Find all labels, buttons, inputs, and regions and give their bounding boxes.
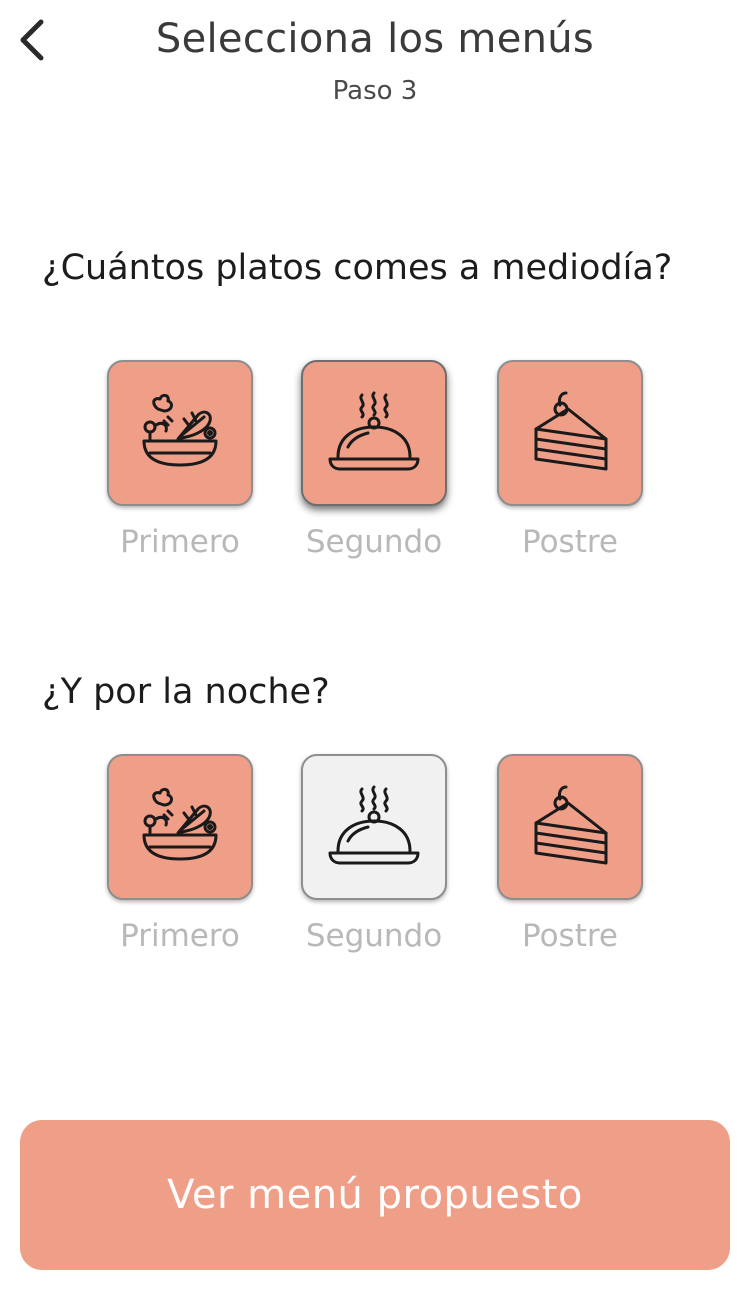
lunch-option-postre: Postre xyxy=(475,360,665,560)
view-proposed-menu-label: Ver menú propuesto xyxy=(167,1172,583,1218)
dinner-segundo-toggle[interactable] xyxy=(301,754,447,900)
cake-slice-icon xyxy=(534,785,608,865)
dinner-primero-toggle[interactable] xyxy=(107,754,253,900)
step-indicator: Paso 3 xyxy=(332,76,418,106)
lunch-postre-label: Postre xyxy=(522,524,618,560)
salad-bowl-icon xyxy=(142,393,218,467)
cake-slice-icon xyxy=(534,391,608,471)
lunch-primero-label: Primero xyxy=(120,524,240,560)
lunch-options: Primero Segundo Postre xyxy=(0,360,750,570)
dinner-segundo-label: Segundo xyxy=(305,918,443,954)
dinner-option-postre: Postre xyxy=(475,754,665,954)
lunch-segundo-label: Segundo xyxy=(305,524,443,560)
dinner-postre-label: Postre xyxy=(522,918,618,954)
lunch-option-primero: Primero xyxy=(85,360,275,560)
salad-bowl-icon xyxy=(142,787,218,861)
lunch-primero-toggle[interactable] xyxy=(107,360,253,506)
lunch-option-segundo: Segundo xyxy=(279,360,469,560)
cloche-icon xyxy=(328,391,420,471)
cloche-icon xyxy=(328,785,420,865)
dinner-option-primero: Primero xyxy=(85,754,275,954)
dinner-postre-toggle[interactable] xyxy=(497,754,643,900)
view-proposed-menu-button[interactable]: Ver menú propuesto xyxy=(20,1120,730,1270)
dinner-question: ¿Y por la noche? xyxy=(42,672,330,712)
header: Selecciona los menús Paso 3 xyxy=(0,0,750,130)
dinner-primero-label: Primero xyxy=(120,918,240,954)
page-title: Selecciona los menús xyxy=(155,16,595,62)
dinner-options: Primero Segundo Postre xyxy=(0,754,750,964)
lunch-segundo-toggle[interactable] xyxy=(301,360,447,506)
lunch-postre-toggle[interactable] xyxy=(497,360,643,506)
dinner-option-segundo: Segundo xyxy=(279,754,469,954)
lunch-question: ¿Cuántos platos comes a mediodía? xyxy=(42,248,673,288)
